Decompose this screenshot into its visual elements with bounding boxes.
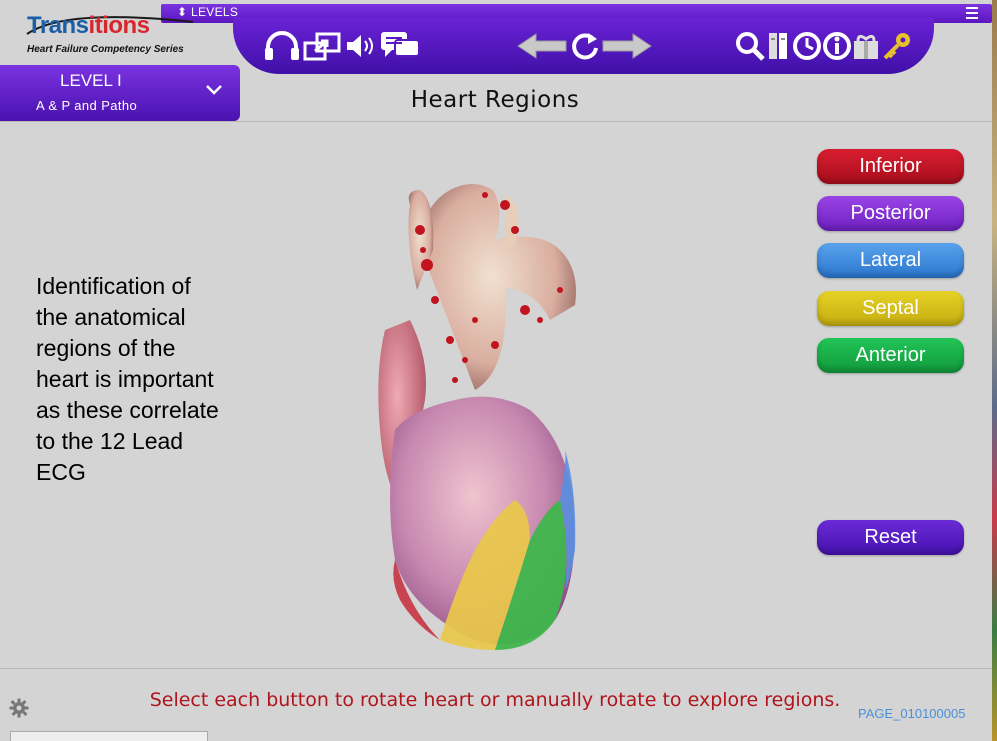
gear-icon[interactable] bbox=[9, 698, 29, 718]
logo-text-a: Trans bbox=[27, 12, 89, 39]
key-icon[interactable] bbox=[880, 31, 914, 61]
forward-arrow-icon[interactable] bbox=[601, 31, 653, 61]
reload-icon[interactable] bbox=[569, 31, 601, 61]
description-text: Identification of the anatomical regions… bbox=[36, 273, 219, 485]
instruction-text: Select each button to rotate heart or ma… bbox=[149, 689, 841, 711]
headphones-icon[interactable] bbox=[263, 31, 301, 61]
back-arrow-icon[interactable] bbox=[516, 31, 568, 61]
transitions-logo: Transitions Heart Failure Competency Ser… bbox=[25, 12, 205, 60]
inferior-button[interactable]: Inferior bbox=[817, 149, 964, 184]
bottom-tab[interactable] bbox=[10, 731, 208, 741]
heart-3d-model[interactable] bbox=[355, 170, 605, 660]
chat-icon[interactable] bbox=[379, 31, 421, 61]
footer-divider bbox=[0, 668, 992, 669]
anterior-button[interactable]: Anterior bbox=[817, 338, 964, 373]
volume-icon[interactable] bbox=[345, 31, 377, 61]
page-id-label: PAGE_010100005 bbox=[858, 706, 966, 721]
logo-text-b: itions bbox=[88, 12, 151, 39]
info-icon[interactable] bbox=[822, 31, 852, 61]
logo-subtitle: Heart Failure Competency Series bbox=[27, 44, 184, 55]
lateral-button[interactable]: Lateral bbox=[817, 243, 964, 278]
toolbar bbox=[233, 17, 934, 74]
history-icon[interactable] bbox=[791, 31, 823, 61]
reset-button[interactable]: Reset bbox=[817, 520, 964, 555]
side-edge-strip bbox=[992, 0, 997, 741]
page-title: Heart Regions bbox=[410, 87, 580, 113]
search-icon[interactable] bbox=[734, 31, 766, 61]
gift-icon[interactable] bbox=[851, 31, 881, 61]
header-divider bbox=[0, 121, 992, 122]
septal-button[interactable]: Septal bbox=[817, 291, 964, 326]
menu-icon[interactable] bbox=[966, 7, 978, 22]
resize-icon[interactable] bbox=[303, 31, 343, 61]
book-icon[interactable] bbox=[766, 31, 792, 61]
posterior-button[interactable]: Posterior bbox=[817, 196, 964, 231]
